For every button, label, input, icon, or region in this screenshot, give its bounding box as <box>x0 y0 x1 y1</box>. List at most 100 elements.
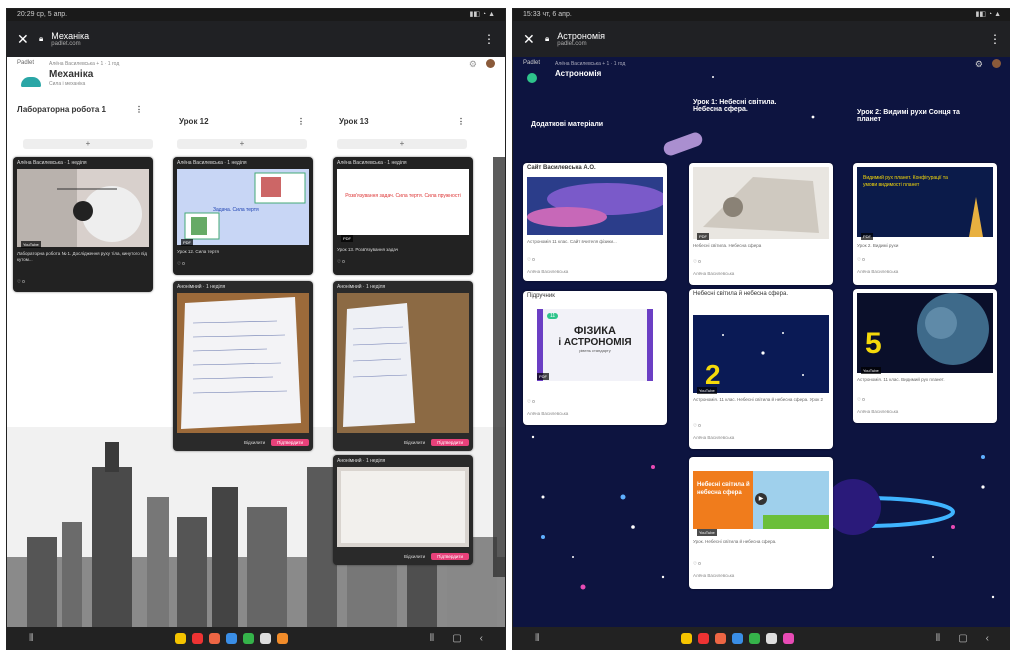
app-icon[interactable] <box>175 632 187 644</box>
pad-title: Астрономія <box>555 69 602 78</box>
post-title: Сайт Василевська А.О. <box>527 165 596 171</box>
post-title: Підручник <box>527 293 555 299</box>
pending-post-card[interactable]: Анонімний · 1 неділя Відхилити Підтверди… <box>333 455 473 565</box>
avatar[interactable] <box>486 59 495 68</box>
recent-apps-icon[interactable]: ⦀ <box>535 633 539 644</box>
next-column-peek[interactable] <box>493 157 505 577</box>
post-photo[interactable] <box>177 293 309 433</box>
recent-apps-icon[interactable]: ⦀ <box>430 633 434 644</box>
post-type-badge: PDF <box>181 239 193 246</box>
close-icon[interactable]: ✕ <box>523 31 545 48</box>
play-icon[interactable]: ▶ <box>755 493 767 505</box>
post-video-thumbnail[interactable]: Небесні світила й небесна сфера ▶ <box>693 471 829 529</box>
post-pdf-thumbnail[interactable] <box>337 169 469 235</box>
home-icon[interactable]: ▢ <box>452 633 461 644</box>
post-card[interactable]: Видимий рух планет. Конфігурації та умов… <box>853 163 997 285</box>
column-header[interactable]: Урок 2: Видимі рухи Сонця та планет <box>857 109 977 123</box>
post-card[interactable]: Небесні світила й небесна сфера. 2 YouTu… <box>689 289 833 449</box>
approve-button[interactable]: Підтвердити <box>431 552 469 560</box>
share-icon[interactable]: ⚙ <box>469 59 477 70</box>
post-link-thumbnail[interactable] <box>527 177 663 235</box>
close-icon[interactable]: ✕ <box>17 31 39 48</box>
post-reactions[interactable]: ♡ 0 <box>693 423 829 429</box>
reject-button[interactable]: Відхилити <box>244 440 265 445</box>
app-icon[interactable] <box>681 632 693 644</box>
post-card[interactable]: Алёна Василевська · 1 неділя Задача. Сил… <box>173 157 313 275</box>
app-icon[interactable] <box>209 632 221 644</box>
app-icon[interactable] <box>243 632 255 644</box>
app-icon[interactable] <box>766 632 778 644</box>
pending-post-card[interactable]: Анонімний · 1 неділя Відхилити Підтверди… <box>333 281 473 451</box>
textbook-cover[interactable]: 11 ФІЗИКА i АСТРОНОМІЯ рівень стандарту <box>537 309 653 381</box>
avatar[interactable] <box>992 59 1001 68</box>
back-icon[interactable]: ‹ <box>480 633 483 644</box>
post-video-thumbnail[interactable] <box>17 169 149 247</box>
post-reactions[interactable]: ♡ 0 <box>177 261 309 267</box>
padlet-logo-text[interactable]: Padlet <box>523 60 540 66</box>
post-author: Алёна Василевська <box>527 269 569 274</box>
column-header[interactable]: Лабораторна робота 1 ⋮ <box>17 105 143 114</box>
pad-author: Алёна Василевська + 1 · 1 год <box>555 61 626 67</box>
column-menu-icon[interactable]: ⋮ <box>297 117 305 126</box>
more-menu-icon[interactable]: ⋮ <box>989 32 1001 46</box>
column-header[interactable]: Урок 1: Небесні світила. Небесна сфера. <box>693 99 803 113</box>
post-card[interactable]: Небесні світила й небесна сфера ▶ YouTub… <box>689 457 833 589</box>
back-icon[interactable]: ‹ <box>986 633 989 644</box>
post-reactions[interactable]: ♡ 0 <box>693 259 829 265</box>
post-author: Алёна Василевська <box>693 573 735 578</box>
post-text: Астрономія 11 клас. Сайт вчителя фізики.… <box>527 239 617 244</box>
post-title: Небесні світила й небесна сфера. <box>693 291 788 297</box>
post-reactions[interactable]: ♡ 0 <box>17 279 149 285</box>
padlet-logo-text[interactable]: Padlet <box>17 60 34 66</box>
home-icon[interactable]: ▢ <box>958 633 967 644</box>
reject-button[interactable]: Відхилити <box>404 554 425 559</box>
right-phone-screen: 15:33 чт, 6 апр. ▮◧ ◔ ▲ ✕ 🔒︎ Астрономія … <box>512 8 1010 650</box>
recent-apps-icon[interactable]: ⦀ <box>936 633 940 644</box>
add-post-button[interactable]: + <box>337 139 467 149</box>
column-header[interactable]: Урок 12 ⋮ <box>179 117 305 126</box>
post-type-badge: PDF <box>537 373 549 380</box>
column-menu-icon[interactable]: ⋮ <box>457 117 465 126</box>
post-reactions[interactable]: ♡ 0 <box>337 259 469 265</box>
column-menu-icon[interactable]: ⋮ <box>135 105 143 114</box>
post-card[interactable]: Алёна Василевська · 1 неділя Розв'язуван… <box>333 157 473 275</box>
post-reactions[interactable]: ♡ 0 <box>857 397 993 403</box>
approve-button[interactable]: Підтвердити <box>271 438 309 446</box>
post-pdf-thumbnail[interactable] <box>693 167 829 239</box>
post-card[interactable]: Алёна Василевська · 1 неділя YouTube Лаб… <box>13 157 153 292</box>
page-title: Механіка <box>51 31 90 41</box>
app-icon[interactable] <box>277 632 289 644</box>
recent-apps-icon[interactable]: ⦀ <box>29 633 33 644</box>
post-card[interactable]: PDF Небесні світила. Небесна сфера ♡ 0 А… <box>689 163 833 285</box>
post-author: Анонімний · 1 неділя <box>177 284 226 290</box>
app-icon[interactable] <box>715 632 727 644</box>
column-header[interactable]: Урок 13 ⋮ <box>339 117 465 126</box>
app-icon[interactable] <box>783 632 795 644</box>
column-header[interactable]: Додаткові матеріали <box>531 121 661 128</box>
more-menu-icon[interactable]: ⋮ <box>483 32 495 46</box>
post-text: Урок 13. Розв'язування задач <box>337 247 399 252</box>
post-reactions[interactable]: ♡ 0 <box>857 257 993 263</box>
app-icon[interactable] <box>260 632 272 644</box>
add-post-button[interactable]: + <box>23 139 153 149</box>
post-reactions[interactable]: ♡ 0 <box>527 257 663 263</box>
post-card[interactable]: Підручник 11 ФІЗИКА i АСТРОНОМІЯ рівень … <box>523 291 667 425</box>
app-icon[interactable] <box>732 632 744 644</box>
app-icon[interactable] <box>749 632 761 644</box>
pending-post-card[interactable]: Анонімний · 1 неділя Відхилити Підтверди… <box>173 281 313 451</box>
post-photo[interactable] <box>337 293 469 433</box>
app-icon[interactable] <box>698 632 710 644</box>
share-icon[interactable]: ⚙ <box>975 59 983 70</box>
add-post-button[interactable]: + <box>177 139 307 149</box>
pdf-slide-text: Задача. Сила тертя <box>213 207 259 213</box>
post-reactions[interactable]: ♡ 0 <box>527 399 663 405</box>
approve-button[interactable]: Підтвердити <box>431 438 469 446</box>
post-pdf-thumbnail[interactable]: Видимий рух планет. Конфігурації та умов… <box>857 167 993 237</box>
app-icon[interactable] <box>226 632 238 644</box>
app-icon[interactable] <box>192 632 204 644</box>
post-card[interactable]: 5 YouTube Астрономія. 11 клас. Видимий р… <box>853 289 997 423</box>
reject-button[interactable]: Відхилити <box>404 440 425 445</box>
post-card[interactable]: Сайт Василевська А.О. Астрономія 11 клас… <box>523 163 667 281</box>
post-photo[interactable] <box>337 467 469 547</box>
post-reactions[interactable]: ♡ 0 <box>693 561 829 567</box>
